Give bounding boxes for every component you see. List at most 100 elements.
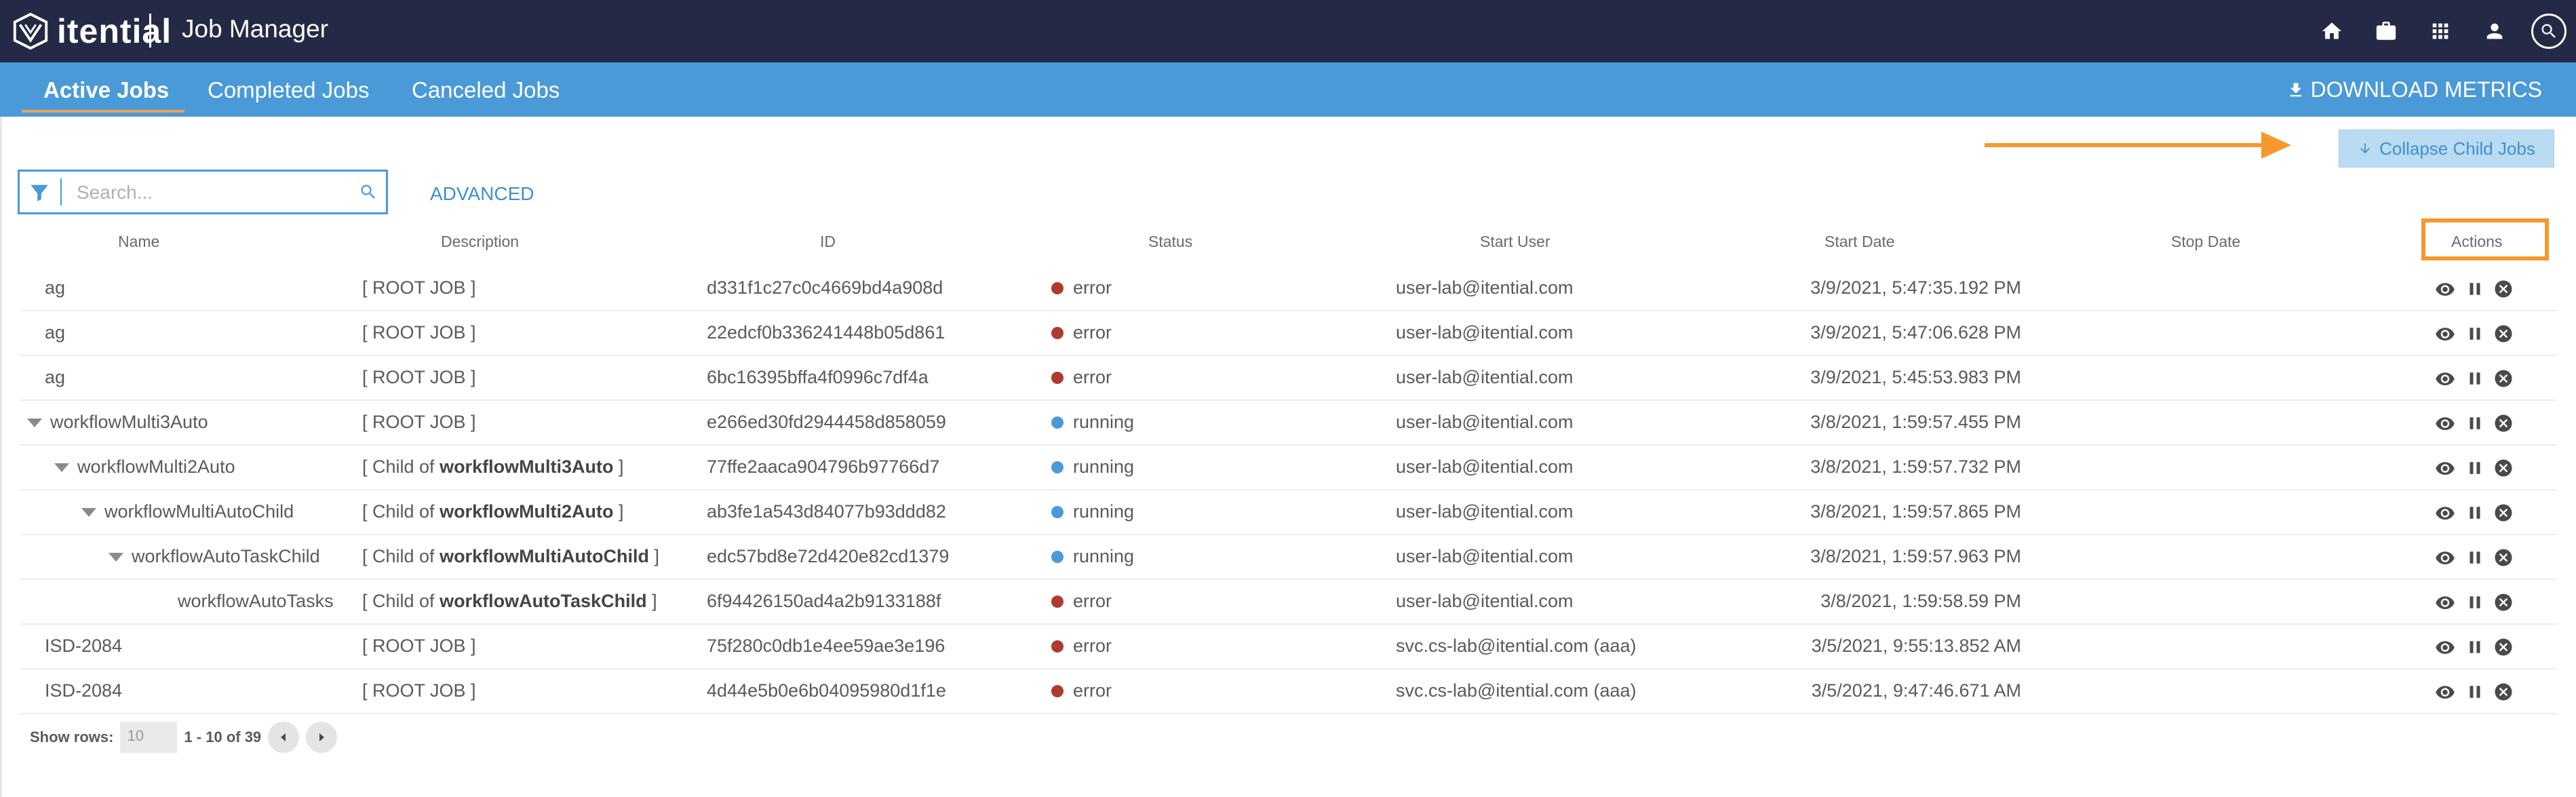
job-status: error [1051,680,1112,701]
tab-canceled-jobs[interactable]: Canceled Jobs [412,77,560,103]
filter-icon[interactable] [28,181,51,204]
previous-page-button[interactable] [268,722,300,753]
description-prefix: [ Child of [362,591,440,611]
job-description: [ ROOT JOB ] [362,680,476,701]
column-header-status[interactable]: Status [1148,233,1192,251]
start-user: user-lab@itential.com [1396,367,1574,387]
pause-icon[interactable] [2465,368,2485,389]
start-user: user-lab@itential.com [1396,501,1574,522]
description-prefix: [ ROOT JOB ] [362,367,476,387]
cancel-icon[interactable] [2493,682,2514,702]
tab-completed-jobs[interactable]: Completed Jobs [208,77,369,103]
pause-icon[interactable] [2465,324,2485,344]
job-description: [ ROOT JOB ] [362,636,476,657]
eye-icon[interactable] [2435,682,2455,702]
job-name[interactable]: ag [45,367,65,388]
job-search-box [18,170,388,214]
briefcase-icon[interactable] [2368,14,2404,49]
eye-icon[interactable] [2435,458,2455,478]
pause-icon[interactable] [2465,547,2485,568]
job-id: e266ed30fd2944458d858059 [707,412,946,432]
column-header-start-user[interactable]: Start User [1480,233,1550,251]
actions-annotation-box [2421,218,2549,260]
column-header-start-date[interactable]: Start Date [1824,233,1895,251]
search-magnifier-icon[interactable] [359,182,378,205]
pause-icon[interactable] [2465,458,2485,478]
job-name[interactable]: workflowMultiAutoChild [104,501,294,522]
search-icon[interactable] [2531,14,2567,49]
pause-icon[interactable] [2465,413,2485,433]
table-row[interactable]: workflowMulti3Auto [ ROOT JOB ] e266ed30fd… [20,400,2557,446]
job-name[interactable]: workflowMulti3Auto [50,412,208,433]
search-input[interactable] [75,177,336,208]
cancel-icon[interactable] [2493,547,2514,568]
eye-icon[interactable] [2435,637,2455,657]
table-row[interactable]: ag [ ROOT JOB ] 22edcf0b336241448b05d861 er… [20,310,2557,356]
next-page-button[interactable] [306,722,338,753]
download-metrics-button[interactable]: DOWNLOAD METRICS [2286,77,2542,102]
cancel-icon[interactable] [2493,503,2514,523]
status-dot [1051,327,1063,339]
status-text: running [1073,501,1135,522]
cancel-icon[interactable] [2493,324,2514,344]
home-icon[interactable] [2314,14,2349,49]
cancel-icon[interactable] [2493,458,2514,478]
expand-caret-icon[interactable] [81,508,96,517]
parent-job-name: workflowMulti3Auto [440,456,614,477]
column-header-description[interactable]: Description [441,233,519,251]
cancel-icon[interactable] [2493,637,2514,657]
tab-active-jobs[interactable]: Active Jobs [43,77,169,103]
job-description: [ ROOT JOB ] [362,322,476,343]
rows-per-page-select[interactable]: 10 [120,722,178,753]
cancel-icon[interactable] [2493,279,2514,299]
job-name[interactable]: workflowAutoTasks [178,591,334,612]
eye-icon[interactable] [2435,368,2455,389]
pause-icon[interactable] [2465,503,2485,523]
active-tab-indicator [22,110,184,113]
eye-icon[interactable] [2435,324,2455,344]
table-row[interactable]: workflowMulti2Auto [ Child of workflowMul… [20,444,2557,490]
expand-caret-icon[interactable] [27,419,42,427]
description-prefix: [ ROOT JOB ] [362,277,476,298]
table-row[interactable]: workflowAutoTaskChild [ Child of workflow… [20,534,2557,580]
collapse-child-jobs-button[interactable]: Collapse Child Jobs [2339,130,2554,168]
column-header-name[interactable]: Name [118,233,159,251]
eye-icon[interactable] [2435,547,2455,568]
expand-caret-icon[interactable] [54,463,69,472]
job-id: 75f280c0db1e4ee59ae3e196 [707,636,945,656]
status-text: running [1073,412,1135,432]
job-name[interactable]: workflowMulti2Auto [77,456,235,478]
itential-logo[interactable]: itential [11,9,172,53]
table-row[interactable]: workflowAutoTasks [ Child of workflowAuto… [20,579,2557,625]
column-header-stop-date[interactable]: Stop Date [2171,233,2240,251]
job-name[interactable]: ISD-2084 [45,636,122,657]
apps-grid-icon[interactable] [2423,14,2458,49]
user-icon[interactable] [2477,14,2512,49]
pause-icon[interactable] [2465,592,2485,613]
table-row[interactable]: workflowMultiAutoChild [ Child of workflo… [20,489,2557,535]
pause-icon[interactable] [2465,682,2485,702]
job-name[interactable]: ag [45,322,65,343]
cancel-icon[interactable] [2493,413,2514,433]
job-name[interactable]: ISD-2084 [45,680,122,701]
job-status: error [1051,591,1112,612]
column-header-id[interactable]: ID [820,233,836,251]
eye-icon[interactable] [2435,592,2455,613]
eye-icon[interactable] [2435,279,2455,299]
job-description: [ ROOT JOB ] [362,367,476,388]
eye-icon[interactable] [2435,413,2455,433]
table-row[interactable]: ag [ ROOT JOB ] d331f1c27c0c4669bd4a908d er… [20,265,2557,311]
job-name[interactable]: workflowAutoTaskChild [132,546,320,567]
table-row[interactable]: ISD-2084 [ ROOT JOB ] 75f280c0db1e4ee59ae3… [20,623,2557,669]
pause-icon[interactable] [2465,637,2485,657]
table-row[interactable]: ISD-2084 [ ROOT JOB ] 4d44e5b0e6b04095980d… [20,668,2557,714]
cancel-icon[interactable] [2493,592,2514,613]
expand-caret-icon[interactable] [109,553,123,562]
cancel-icon[interactable] [2493,368,2514,389]
job-name[interactable]: ag [45,277,65,298]
eye-icon[interactable] [2435,503,2455,523]
job-id: 22edcf0b336241448b05d861 [707,322,945,343]
advanced-search-link[interactable]: ADVANCED [430,183,534,205]
pause-icon[interactable] [2465,279,2485,299]
table-row[interactable]: ag [ ROOT JOB ] 6bc16395bffa4f0996c7df4a er… [20,355,2557,401]
